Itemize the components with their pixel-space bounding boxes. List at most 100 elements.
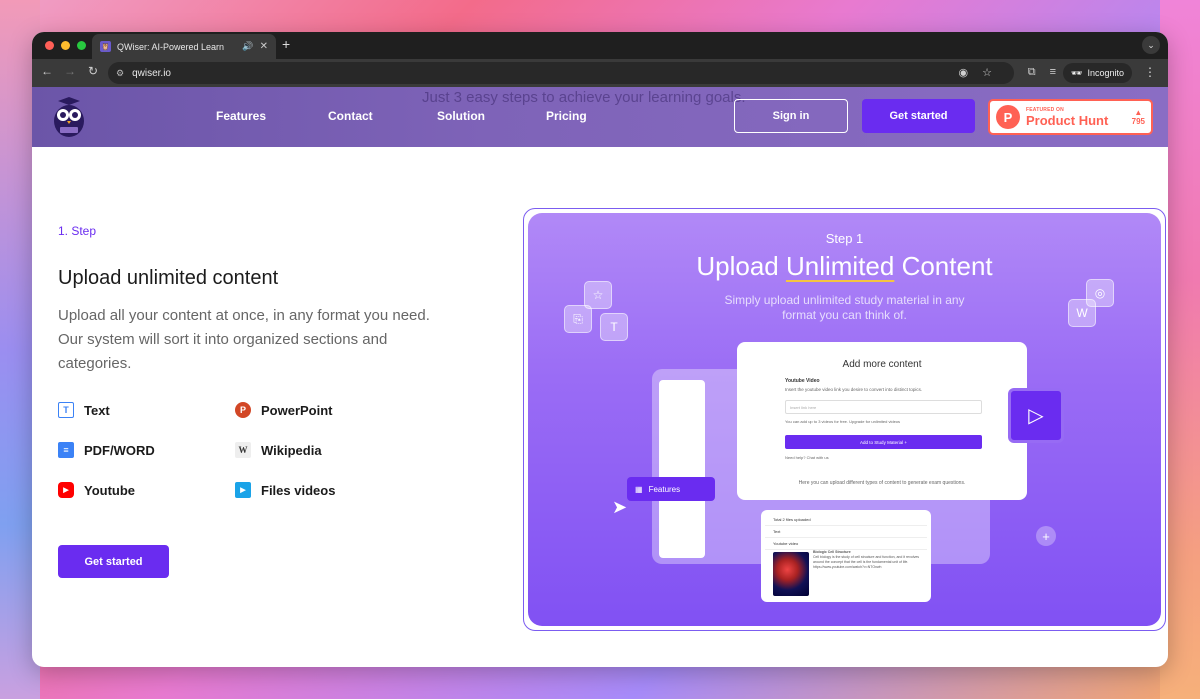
card-title: Add more content <box>842 359 922 370</box>
title-pre: Upload <box>696 251 786 281</box>
ghost-heading: Just 3 easy steps to achieve your learni… <box>422 89 746 106</box>
add-to-study-button: Add to Study Material + <box>785 435 982 449</box>
uploaded-files-card: Total 2 files uploaded Text Youtube vide… <box>761 510 931 602</box>
browser-window: 🦉 QWiser: AI-Powered Learn 🔊 ✕ + ⌄ ← → ↻… <box>32 32 1168 667</box>
format-item: T Text <box>58 401 235 419</box>
media-icon[interactable]: ≡ <box>1050 66 1056 79</box>
sign-in-button[interactable]: Sign in <box>734 99 848 133</box>
file-link: https://www.youtube.com/watch?v=NTOnwh <box>813 565 882 569</box>
window-controls <box>45 41 86 50</box>
close-tab-icon[interactable]: ✕ <box>260 41 268 52</box>
illustration-subtitle: Simply upload unlimited study material i… <box>724 293 965 322</box>
product-hunt-badge[interactable]: P FEATURED ON Product Hunt ▲ 795 <box>988 99 1153 135</box>
back-icon[interactable]: ← <box>41 64 53 78</box>
nav-features[interactable]: Features <box>216 109 328 123</box>
maximize-window-button[interactable] <box>77 41 86 50</box>
grid-icon: ▦ <box>635 484 643 494</box>
youtube-icon: ▶ <box>58 482 74 498</box>
file-icon: ⎘ <box>564 305 592 333</box>
omnibox-actions: ◉ ☆ <box>959 66 992 79</box>
browser-menu-icon[interactable]: ⋮ <box>1144 65 1156 79</box>
format-label: PowerPoint <box>261 402 333 418</box>
forward-icon[interactable]: → <box>64 64 76 78</box>
format-item: ≡ PDF/WORD <box>58 441 235 459</box>
format-list: T Text P PowerPoint ≡ PDF/WORD W Wikiped… <box>58 401 358 499</box>
file-desc: Cell biology is the study of cell struct… <box>813 555 920 564</box>
qwiser-logo[interactable] <box>50 95 88 139</box>
site-header: Just 3 easy steps to achieve your learni… <box>32 87 1168 147</box>
minimize-window-button[interactable] <box>61 41 70 50</box>
toolbar-icons: ⧉ ≡ <box>1028 66 1056 79</box>
format-label: Wikipedia <box>261 442 322 458</box>
card-footer: Here you can upload different types of c… <box>798 480 966 486</box>
format-label: PDF/WORD <box>84 442 155 458</box>
youtube-video-desc: Insert the youtube video link you desire… <box>785 387 923 392</box>
illustration-title: Upload Unlimited Content <box>528 251 1161 282</box>
step-description: Upload all your content at once, in any … <box>58 307 430 372</box>
tab-search-icon[interactable]: ⌄ <box>1142 36 1160 54</box>
bookmark-star-icon[interactable]: ☆ <box>982 66 992 79</box>
format-label: Text <box>84 402 110 418</box>
features-pill: ▦ Features <box>627 477 715 501</box>
format-item: ▶ Files videos <box>235 481 355 499</box>
audio-icon[interactable]: 🔊 <box>242 41 253 52</box>
limit-text: You can add up to 3 videos for free. Upg… <box>785 419 901 424</box>
files-row: Youtube video <box>765 538 927 550</box>
site-info-icon[interactable]: ⚙ <box>116 68 124 79</box>
word-icon: W <box>1068 299 1096 327</box>
step-section: 1. Step Upload unlimited content Upload … <box>32 147 1168 667</box>
file-preview-text: Biologic Cell Structure Cell biology is … <box>813 550 923 570</box>
link-input: Insert link here <box>785 400 982 414</box>
close-window-button[interactable] <box>45 41 54 50</box>
get-started-nav-button[interactable]: Get started <box>862 99 975 133</box>
step-heading: Upload unlimited content <box>58 267 279 289</box>
cell-image <box>773 552 809 596</box>
format-item: ▶ Youtube <box>58 481 235 499</box>
product-hunt-big: Product Hunt <box>1026 112 1109 128</box>
add-content-card: Add more content Youtube Video Insert th… <box>737 342 1027 500</box>
vote-count: 795 <box>1131 117 1145 126</box>
files-row: Total 2 files uploaded <box>765 514 927 526</box>
extensions-icon[interactable]: ⧉ <box>1028 66 1036 79</box>
format-item: P PowerPoint <box>235 401 355 419</box>
product-hunt-votes: ▲ 795 <box>1132 108 1145 126</box>
url-text: qwiser.io <box>132 67 171 79</box>
incognito-badge[interactable]: 🕶 Incognito <box>1063 63 1132 83</box>
help-text: Need help? Chat with us <box>785 455 829 460</box>
nav-contact[interactable]: Contact <box>328 109 437 123</box>
product-hunt-icon: P <box>996 105 1020 129</box>
video-file-icon: ▶ <box>235 482 251 498</box>
step-label: 1. Step <box>58 224 97 238</box>
features-pill-label: Features <box>648 484 681 494</box>
eye-off-icon[interactable]: ◉ <box>959 66 969 79</box>
text-tile-icon: T <box>600 313 628 341</box>
incognito-icon: 🕶 <box>1071 67 1083 78</box>
product-hunt-text: FEATURED ON Product Hunt <box>1026 107 1126 128</box>
nav-solution[interactable]: Solution <box>437 109 546 123</box>
get-started-button[interactable]: Get started <box>58 545 169 578</box>
youtube-video-label: Youtube Video <box>785 378 820 384</box>
format-item: W Wikipedia <box>235 441 355 459</box>
text-icon: T <box>58 402 74 418</box>
url-input[interactable]: ⚙ qwiser.io <box>108 62 1014 84</box>
wikipedia-icon: W <box>235 442 251 458</box>
tab-title: QWiser: AI-Powered Learn <box>117 41 225 52</box>
file-title: Biologic Cell Structure <box>813 550 851 554</box>
title-post: Content <box>894 251 993 281</box>
files-row: Text <box>765 526 927 538</box>
step-illustration: Step 1 Upload Unlimited Content Simply u… <box>528 213 1161 626</box>
format-label: Files videos <box>261 482 336 498</box>
main-nav: Features Contact Solution Pricing <box>216 109 626 123</box>
document-icon: ≡ <box>58 442 74 458</box>
nav-pricing[interactable]: Pricing <box>546 109 626 123</box>
app-sidebar-preview <box>659 380 705 558</box>
new-tab-icon[interactable]: + <box>282 36 290 52</box>
reload-icon[interactable]: ↻ <box>88 64 98 78</box>
incognito-label: Incognito <box>1087 68 1124 78</box>
browser-tab[interactable]: 🦉 QWiser: AI-Powered Learn 🔊 ✕ <box>92 34 276 59</box>
title-underlined: Unlimited <box>785 251 895 281</box>
video-play-icon: ▷ <box>1008 388 1064 443</box>
upvote-icon: ▲ <box>1134 108 1143 117</box>
favicon-icon: 🦉 <box>100 41 111 52</box>
tab-bar: 🦉 QWiser: AI-Powered Learn 🔊 ✕ + ⌄ <box>32 32 1168 59</box>
